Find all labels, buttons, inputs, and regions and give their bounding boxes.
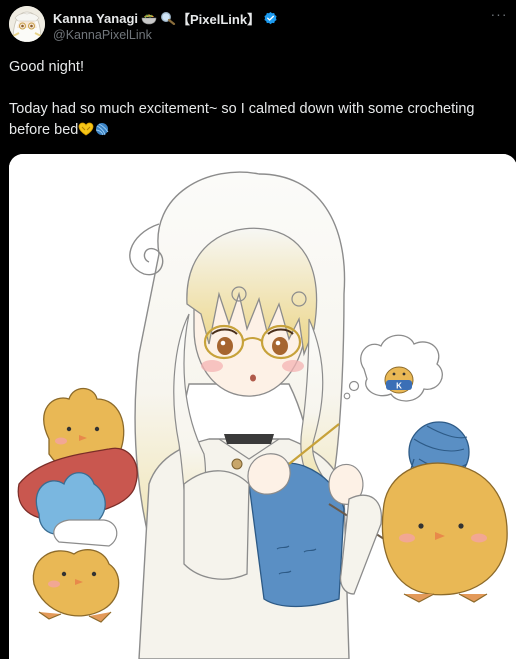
author-name-row[interactable]: Kanna Yanagi 【PixelLink】 xyxy=(53,9,278,27)
author-tag: 【PixelLink】 xyxy=(177,11,261,27)
tweet-header: Kanna Yanagi 【PixelLink】 @KannaPixelLink… xyxy=(9,6,509,46)
bowl-icon xyxy=(141,11,157,25)
tweet-line-body: Today had so much excitement~ so I calme… xyxy=(9,101,475,117)
svg-text:K: K xyxy=(396,382,402,391)
author-handle[interactable]: @KannaPixelLink xyxy=(53,28,152,42)
yellow-heart-hands-icon xyxy=(78,122,94,136)
more-options-button[interactable]: ··· xyxy=(489,7,509,21)
tweet-line-ending: before bed xyxy=(9,120,514,141)
magnifier-icon xyxy=(160,11,176,26)
tweet-text: Good night! Today had so much excitement… xyxy=(9,57,514,141)
tweet-image[interactable]: K xyxy=(9,154,516,659)
verified-badge-icon[interactable] xyxy=(263,11,278,26)
yarn-ball-icon xyxy=(94,122,110,136)
tweet-line-greeting: Good night! xyxy=(9,59,84,75)
display-name[interactable]: Kanna Yanagi xyxy=(53,11,138,26)
avatar-image xyxy=(9,6,45,42)
illustration-knitting-girl: K xyxy=(9,154,516,659)
tweet-line-ending-text: before bed xyxy=(9,122,79,138)
tweet: Kanna Yanagi 【PixelLink】 @KannaPixelLink… xyxy=(0,0,516,659)
avatar[interactable] xyxy=(9,6,45,42)
